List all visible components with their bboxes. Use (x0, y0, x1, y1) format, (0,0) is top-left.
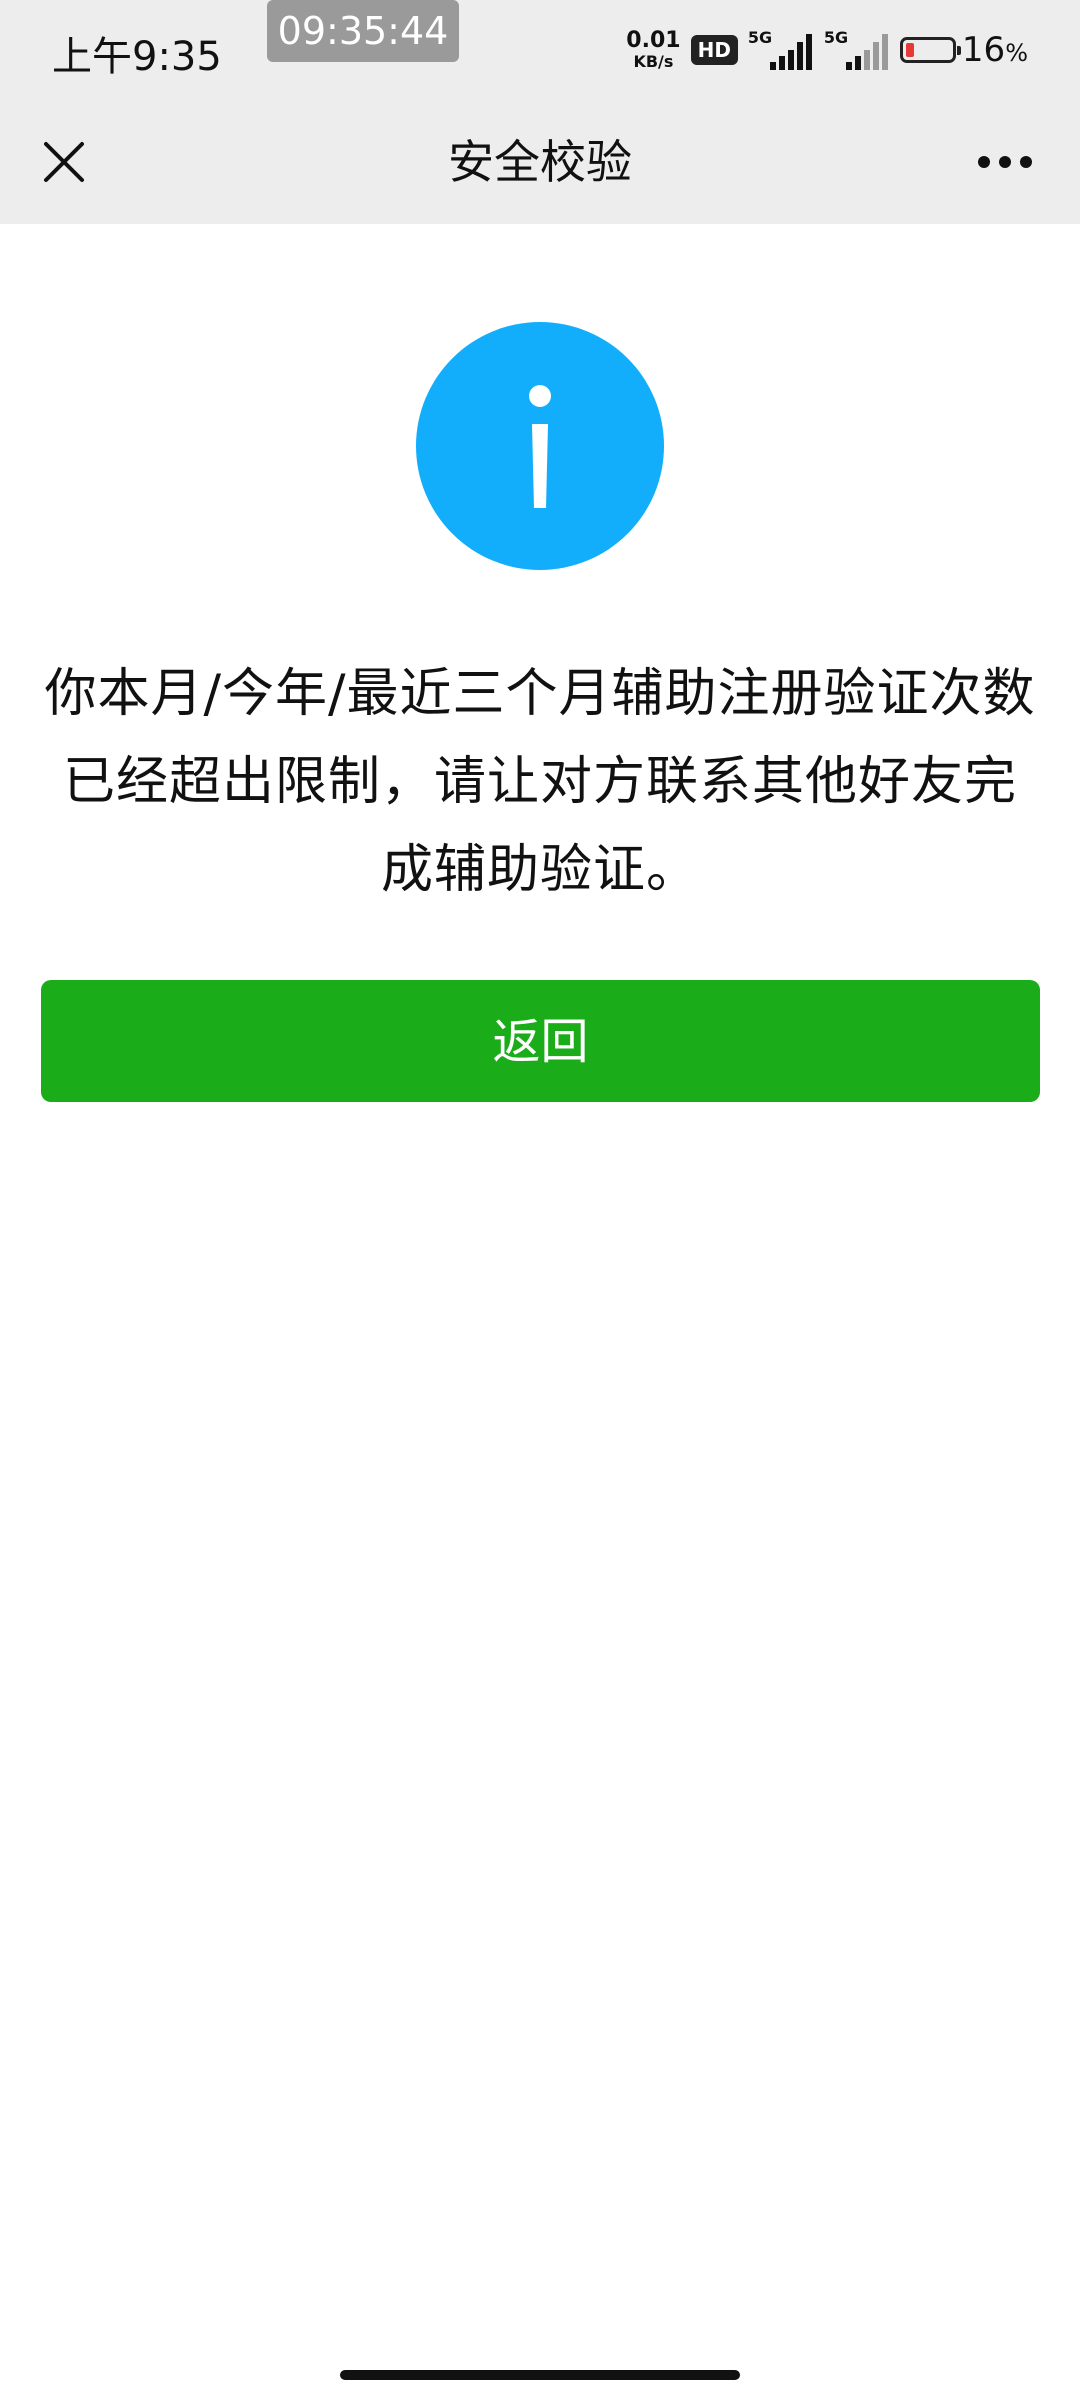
home-indicator[interactable] (340, 2370, 740, 2380)
navigation-bar: 安全校验 (0, 100, 1080, 224)
status-bar: 上午9:35 09:35:44 0.01 KB/s HD 5G 5G 16% (0, 0, 1080, 100)
page-title: 安全校验 (448, 135, 632, 189)
sim1-network-label: 5G (747, 28, 773, 47)
status-indicators: 0.01 KB/s HD 5G 5G 16% (626, 26, 1028, 74)
battery-percentage: 16% (961, 30, 1028, 70)
sim1-signal-icon: 5G (748, 28, 814, 72)
network-speed-unit: KB/s (633, 52, 674, 71)
limit-exceeded-message: 你本月/今年/最近三个月辅助注册验证次数已经超出限制，请让对方联系其他好友完成辅… (44, 664, 1036, 900)
network-speed-value: 0.01 (626, 28, 681, 53)
more-dots-icon (978, 156, 1032, 168)
status-time: 上午9:35 (52, 34, 222, 80)
battery-status: 16% (899, 30, 1028, 70)
sim2-signal-icon: 5G (824, 28, 890, 72)
info-icon (416, 322, 664, 570)
screen: 上午9:35 09:35:44 0.01 KB/s HD 5G 5G 16% 安… (0, 0, 1080, 2400)
close-button[interactable] (24, 122, 104, 202)
more-options-button[interactable] (960, 122, 1050, 202)
battery-icon (899, 37, 961, 63)
battery-level (905, 43, 914, 57)
network-speed: 0.01 KB/s (626, 30, 680, 70)
hd-voice-badge: HD (690, 35, 738, 65)
close-icon (44, 142, 84, 182)
back-button[interactable]: 返回 (41, 980, 1040, 1102)
screen-recording-timer[interactable]: 09:35:44 (267, 0, 459, 62)
sim2-network-label: 5G (823, 28, 849, 47)
